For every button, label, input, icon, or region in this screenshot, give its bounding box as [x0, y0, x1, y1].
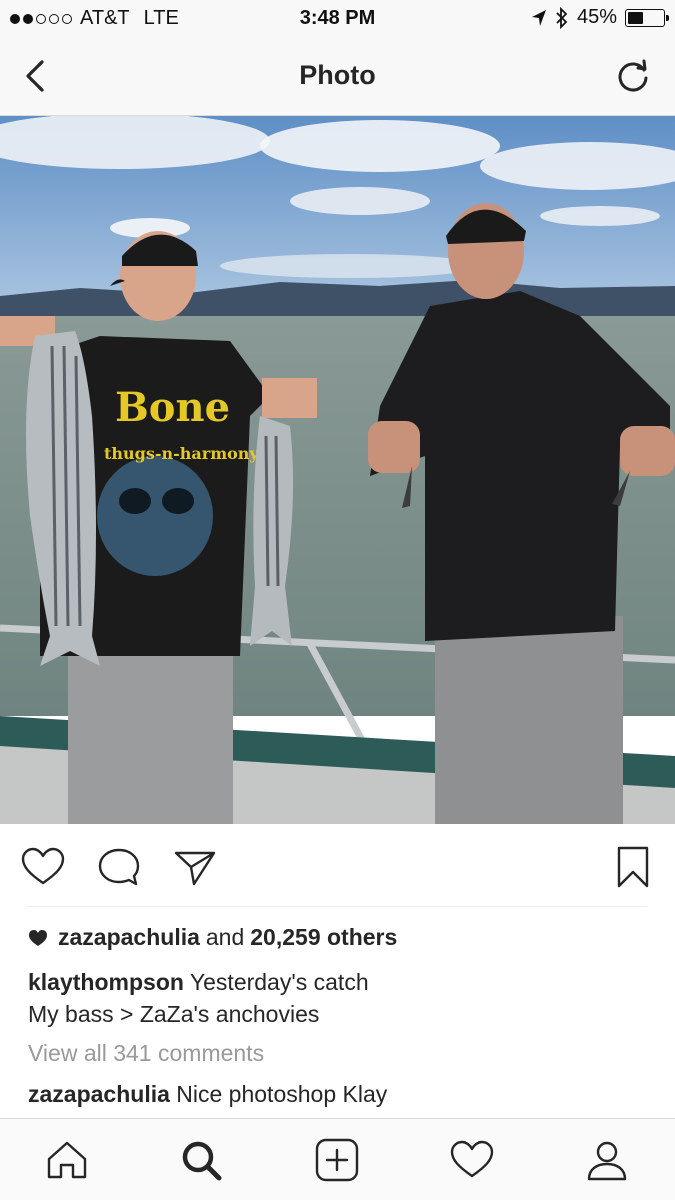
- heart-icon[interactable]: [20, 844, 66, 890]
- search-icon[interactable]: [178, 1137, 224, 1183]
- heart-filled-icon: [29, 929, 47, 946]
- profile-icon[interactable]: [584, 1137, 630, 1183]
- battery-percent: 45%: [576, 6, 617, 28]
- view-all-comments-link[interactable]: View all 341 comments: [28, 1040, 264, 1067]
- shirt-print-title: Bone: [115, 384, 230, 431]
- status-bar: AT&T LTE 3:48 PM 45%: [0, 0, 675, 38]
- comment: zazapachulia Nice photoshop Klay: [28, 1081, 387, 1108]
- bottom-tab-bar: [0, 1118, 675, 1200]
- comment-icon[interactable]: [96, 844, 142, 890]
- bluetooth-icon: [556, 6, 568, 29]
- battery-level-fill: [628, 11, 644, 24]
- status-right: 45%: [531, 6, 669, 29]
- location-arrow-icon: [531, 9, 546, 26]
- share-icon[interactable]: [172, 844, 218, 890]
- post-caption: klaythompson Yesterday's catch My bass >…: [28, 966, 648, 1030]
- likes-summary[interactable]: zazapachulia and 20,259 others: [28, 924, 397, 951]
- liker-username[interactable]: zazapachulia: [58, 924, 200, 951]
- divider: [28, 906, 647, 907]
- add-post-icon[interactable]: [314, 1137, 360, 1183]
- refresh-icon[interactable]: [613, 56, 653, 96]
- post-actions: [0, 840, 675, 892]
- caption-line-1: Yesterday's catch: [189, 969, 369, 995]
- photo-image: Bone thugs-n-harmony: [0, 116, 675, 824]
- likes-and-text: and: [205, 924, 245, 950]
- activity-heart-icon[interactable]: [449, 1137, 495, 1183]
- shirt-print-subtitle: thugs-n-harmony: [104, 444, 259, 463]
- navigation-bar: Photo: [0, 38, 675, 116]
- likes-others-count[interactable]: 20,259 others: [250, 924, 397, 951]
- battery-icon: [625, 8, 669, 27]
- page-title: Photo: [299, 60, 376, 90]
- caption-line-2: My bass > ZaZa's anchovies: [28, 1001, 320, 1027]
- caption-username[interactable]: klaythompson: [28, 969, 184, 995]
- bookmark-icon[interactable]: [610, 844, 656, 890]
- post-photo[interactable]: Bone thugs-n-harmony: [0, 116, 675, 824]
- comment-text: Nice photoshop Klay: [176, 1081, 388, 1107]
- comment-username[interactable]: zazapachulia: [28, 1081, 170, 1107]
- home-icon[interactable]: [44, 1137, 90, 1183]
